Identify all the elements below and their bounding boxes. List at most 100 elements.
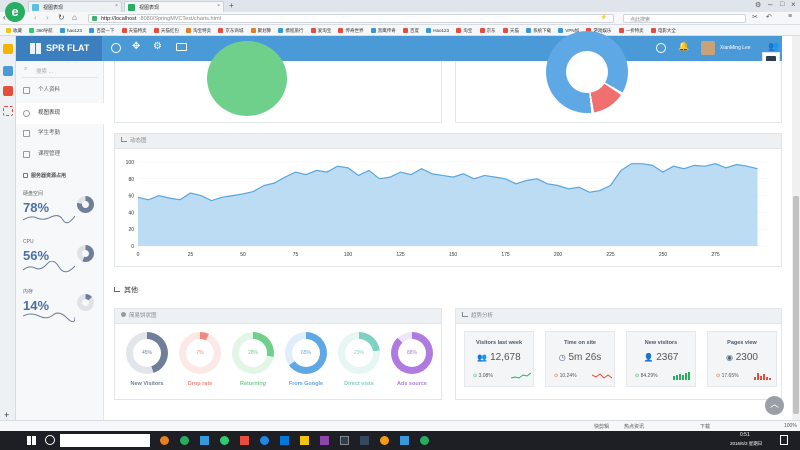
search-input[interactable]: 搜索 ... <box>36 67 53 75</box>
stat-card-new-visitors: New visitors 👤 2367 ⊙ 84.29% <box>626 331 696 387</box>
taskbar-app-icon[interactable] <box>360 436 369 445</box>
avatar[interactable] <box>701 41 715 55</box>
taskbar-app-icon[interactable] <box>220 436 229 445</box>
new-tab-icon[interactable]: + <box>229 1 234 10</box>
taskbar-app-icon[interactable] <box>340 436 349 445</box>
bookmark-item[interactable]: 天猫 <box>502 25 519 35</box>
bell-icon[interactable]: 🔔 <box>678 41 689 52</box>
status-item[interactable]: 下载 <box>700 423 710 430</box>
area-chart: 0 20 40 60 80 100 0 25 50 75 100 125 150 175 200 225 250… <box>126 160 768 258</box>
forward-icon[interactable]: › <box>46 13 49 22</box>
close-tab-icon[interactable]: × <box>115 3 118 9</box>
taskbar-app-icon[interactable] <box>200 436 209 445</box>
close-tab-icon[interactable]: × <box>217 3 220 9</box>
undo-icon[interactable]: ↶ <box>766 13 772 21</box>
bookmark-item[interactable]: 爱淘宝 <box>310 25 331 35</box>
bookmark-item[interactable]: hao123 <box>60 25 82 35</box>
lightning-icon[interactable]: ⚡ <box>600 14 607 21</box>
browser-tab[interactable]: 视图表现 × <box>28 1 122 12</box>
bookmark-item[interactable]: 聚划算 <box>250 25 271 35</box>
taskbar-app-icon[interactable] <box>380 436 389 445</box>
star-icon[interactable] <box>3 44 13 54</box>
y-tick-label: 40 <box>128 210 134 216</box>
bookmark-item[interactable]: 京东商城 <box>218 25 243 35</box>
taskbar-app-icon[interactable] <box>400 436 409 445</box>
user-name[interactable]: XianMing Lee <box>720 45 751 51</box>
donut-label: From Google <box>288 381 324 387</box>
bookmark-item[interactable]: 360导航 <box>29 25 53 35</box>
sidebar-item-attendance[interactable]: 学生考勤 <box>16 123 104 144</box>
reload-icon[interactable]: ↻ <box>58 13 65 22</box>
sidebar-item-charts[interactable]: 视图表现 <box>16 103 104 124</box>
download-icon[interactable] <box>656 43 666 53</box>
x-tick-label: 275 <box>711 252 720 258</box>
sidebar-search[interactable]: ⌕ 搜索 ... <box>22 64 98 78</box>
zoom-level[interactable]: 100% <box>784 423 797 429</box>
bookmark-item[interactable]: 天猫红包 <box>153 25 179 35</box>
taskbar-app-icon[interactable] <box>160 436 169 445</box>
bookmark-item[interactable]: 电影大全 <box>650 25 676 35</box>
bookmark-item[interactable]: 传奇世界 <box>338 25 363 35</box>
taskbar-app-icon[interactable] <box>280 436 289 445</box>
home-icon[interactable]: ⌂ <box>72 13 77 22</box>
back-icon[interactable]: ‹ <box>34 13 37 22</box>
donut-chart: 65% <box>285 332 327 374</box>
taskbar-search[interactable] <box>60 434 150 447</box>
taskbar-app-icon[interactable] <box>240 436 249 445</box>
scissors-icon[interactable]: ✂ <box>752 13 758 21</box>
window-close-icon[interactable]: × <box>791 0 796 9</box>
menu-icon[interactable]: ≡ <box>788 13 792 20</box>
browser-tab-active[interactable]: 视图表现 × <box>124 1 224 12</box>
address-bar[interactable]: http://localhost :8080/SpringMVCTest/cha… <box>88 14 614 23</box>
list-icon[interactable] <box>3 66 13 76</box>
status-item[interactable]: 热点资讯 <box>624 423 644 430</box>
clock-date[interactable]: 2016/6/3 星期日 <box>730 441 762 447</box>
clock-time[interactable]: 0:51 <box>740 432 750 438</box>
bookmark-item[interactable]: 百度一下 <box>89 25 114 35</box>
chart-icon <box>114 287 120 292</box>
maximize-icon[interactable]: □ <box>780 1 784 8</box>
bookmark-item[interactable]: 系统下载 <box>526 25 551 35</box>
scrollbar-thumb[interactable] <box>793 196 799 414</box>
gear-icon[interactable]: ⚙ <box>153 41 162 52</box>
notification-icon[interactable] <box>780 435 788 445</box>
app-icon[interactable] <box>3 106 13 116</box>
page-scrollbar[interactable] <box>792 36 800 420</box>
taskbar-app-icon[interactable] <box>320 436 329 445</box>
bookmark-item[interactable]: 收藏 <box>6 25 22 35</box>
mail-icon[interactable] <box>176 43 187 51</box>
pie-icon <box>121 312 126 317</box>
bookmark-item[interactable]: 天猫特卖 <box>121 25 147 35</box>
secure-icon <box>92 16 97 21</box>
taskbar-app-icon[interactable] <box>260 436 269 445</box>
stat-cpu: CPU 56% <box>23 239 103 273</box>
settings-icon[interactable]: ⚙ <box>755 1 761 9</box>
arrow-up-icon: ⊙ <box>473 373 478 379</box>
minimize-icon[interactable]: – <box>768 0 772 9</box>
bookmark-item[interactable]: 淘宝特卖 <box>186 25 211 35</box>
users-icon[interactable]: 👥 <box>768 41 779 52</box>
search-icon: ⌕ <box>24 66 28 72</box>
fullscreen-icon[interactable]: ✥ <box>132 41 140 52</box>
scroll-top-button[interactable]: ︿ <box>765 396 784 415</box>
back-circle-icon[interactable] <box>111 43 121 53</box>
taskbar-app-icon[interactable] <box>300 436 309 445</box>
bookmark-item[interactable]: 一折特卖 <box>618 25 644 35</box>
taskbar-app-icon[interactable] <box>420 436 429 445</box>
sidebar-item-profile[interactable]: 个人资料 <box>16 80 104 101</box>
taskbar-app-icon[interactable] <box>180 436 189 445</box>
sidebar-item-courses[interactable]: 课程管理 <box>16 144 104 165</box>
bookmark-item[interactable]: 携程旅行 <box>278 25 303 35</box>
status-item[interactable]: 快剪辑 <box>594 423 609 430</box>
bookmark-item[interactable]: 京东 <box>479 25 496 35</box>
add-icon[interactable]: + <box>4 410 9 420</box>
weibo-icon[interactable] <box>3 86 13 96</box>
bookmark-item[interactable]: 黑鹰传奇 <box>370 25 396 35</box>
start-icon[interactable] <box>27 436 36 445</box>
search-box[interactable]: 点此搜索 <box>623 14 746 23</box>
pie-panel: 简易饼状图 45% New Visitors 7% Drop rate 28% Retur… <box>114 308 442 400</box>
bookmark-item[interactable]: 淘宝 <box>456 25 472 35</box>
bookmark-item[interactable]: Hao123 <box>426 25 449 35</box>
cortana-icon[interactable] <box>45 435 55 445</box>
bookmark-item[interactable]: 百度 <box>403 25 419 35</box>
